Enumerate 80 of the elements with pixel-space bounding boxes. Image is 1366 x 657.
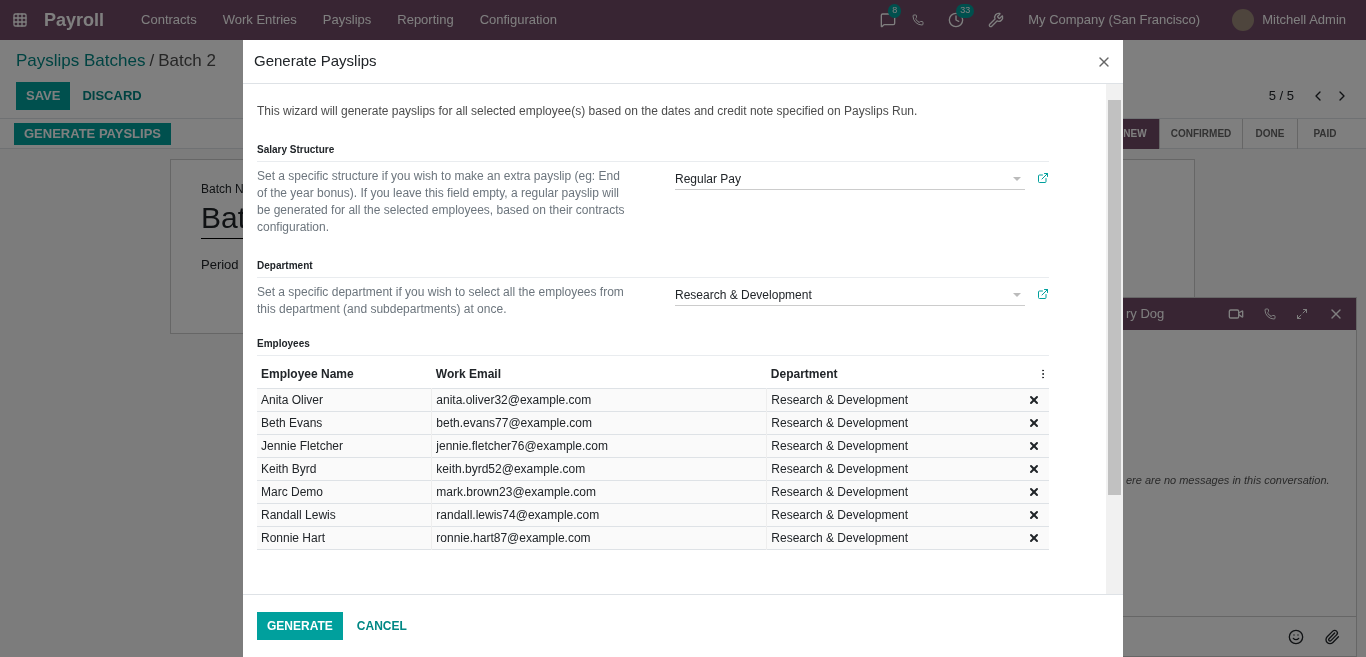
menu-item[interactable]: Configuration — [466, 10, 570, 30]
table-cell: Anita Oliver — [257, 388, 432, 412]
table-cell: Randall Lewis — [257, 503, 432, 527]
status-step[interactable]: DONE — [1242, 118, 1297, 149]
field-help-text: Set a specific department if you wish to select all the employees from this department (and subdepartments) at once. — [257, 284, 625, 318]
section-title: Department — [257, 258, 1049, 278]
table-cell: Research & Development — [766, 388, 1019, 412]
status-step[interactable]: CONFIRMED — [1159, 118, 1242, 149]
remove-icon[interactable] — [1028, 440, 1040, 452]
remove-icon[interactable] — [1028, 463, 1040, 475]
caret-icon — [1013, 292, 1021, 297]
table-cell: keith.byrd52@example.com — [431, 457, 767, 481]
column-header[interactable]: Department — [766, 360, 1019, 389]
paperclip-icon[interactable] — [1324, 628, 1340, 645]
user-menu[interactable]: Mitchell Admin — [1262, 10, 1346, 30]
table-cell: mark.brown23@example.com — [431, 480, 767, 504]
table-cell: Ronnie Hart — [257, 526, 432, 550]
phone-icon[interactable] — [1264, 308, 1276, 320]
table-cell: Keith Byrd — [257, 457, 432, 481]
table-cell: jennie.fletcher76@example.com — [431, 434, 767, 458]
table-cell: Beth Evans — [257, 411, 432, 435]
table-cell: beth.evans77@example.com — [431, 411, 767, 435]
breadcrumb-separator: / — [149, 51, 155, 70]
remove-icon[interactable] — [1028, 417, 1040, 429]
table-cell: Research & Development — [766, 503, 1019, 527]
field-label: Period — [201, 256, 239, 274]
activity-count-badge: 33 — [956, 4, 975, 18]
table-cell: Research & Development — [766, 411, 1019, 435]
table-cell: randall.lewis74@example.com — [431, 503, 767, 527]
chat-icon[interactable] — [880, 12, 897, 28]
chat-title[interactable]: ry Dog — [1126, 304, 1208, 324]
breadcrumb-current: Batch 2 — [158, 51, 216, 70]
expand-icon[interactable] — [1296, 308, 1308, 320]
column-header[interactable]: Employee Name — [257, 360, 432, 389]
menu-item[interactable]: Work Entries — [209, 10, 310, 30]
status-step[interactable]: PAID — [1297, 118, 1352, 149]
discard-button[interactable]: DISCARD — [70, 82, 154, 110]
table-cell: Research & Development — [766, 457, 1019, 481]
caret-icon — [1013, 176, 1021, 181]
field-help-text: Set a specific structure if you wish to make an extra payslip (eg: End of the year bonus). If you leave this field empty, a regular payslip will be generated for all the selected employees, based on their contracts configuration. — [257, 168, 626, 236]
table-cell: Research & Development — [766, 434, 1019, 458]
external-link-icon[interactable] — [1037, 288, 1049, 300]
pager-value: 5 / 5 — [1268, 87, 1294, 106]
table-cell: Marc Demo — [257, 480, 432, 504]
app-name[interactable]: Payroll — [44, 6, 105, 34]
remove-icon[interactable] — [1028, 532, 1040, 544]
emoji-icon[interactable] — [1288, 628, 1304, 645]
table-cell: Jennie Fletcher — [257, 434, 432, 458]
menu-item[interactable]: Payslips — [309, 10, 385, 30]
video-call-icon[interactable] — [1228, 306, 1244, 322]
selection-field[interactable]: Regular Pay — [675, 168, 1025, 190]
apps-menu-icon[interactable] — [12, 12, 28, 28]
menu-item[interactable]: Reporting — [384, 10, 467, 30]
field-label: Batch N — [201, 181, 244, 198]
cancel-button[interactable]: CANCEL — [346, 612, 417, 640]
table-cell: ronnie.hart87@example.com — [431, 526, 767, 550]
table-cell: Research & Development — [766, 526, 1019, 550]
generate-payslips-button[interactable]: GENERATE PAYSLIPS — [14, 122, 171, 145]
external-link-icon[interactable] — [1037, 172, 1049, 184]
wizard-description: This wizard will generate payslips for all selected employee(s) based on the dates and credit note specified on Payslips Run. — [257, 103, 919, 120]
breadcrumb-link[interactable]: Payslips Batches — [16, 51, 146, 70]
remove-icon[interactable] — [1028, 394, 1040, 406]
save-button[interactable]: SAVE — [16, 82, 71, 110]
remove-icon[interactable] — [1028, 486, 1040, 498]
phone-icon[interactable] — [912, 14, 925, 26]
empty-conversation-text: ere are no messages in this conversation. — [1126, 474, 1330, 486]
dialog-title: Generate Payslips — [254, 51, 378, 72]
clock-icon[interactable] — [948, 12, 965, 28]
wrench-icon[interactable] — [988, 12, 1005, 28]
selection-field[interactable]: Research & Development — [675, 284, 1025, 306]
message-count-badge: 8 — [888, 4, 902, 18]
table-cell: anita.oliver32@example.com — [431, 388, 767, 412]
column-header[interactable]: Work Email — [431, 360, 767, 389]
company-switcher[interactable]: My Company (San Francisco) — [1028, 10, 1201, 30]
remove-icon[interactable] — [1028, 509, 1040, 521]
menu-item[interactable]: Contracts — [128, 10, 210, 30]
table-cell: Research & Development — [766, 480, 1019, 504]
section-title: Employees — [257, 336, 1049, 356]
generate-button[interactable]: GENERATE — [257, 612, 343, 640]
section-title: Salary Structure — [257, 142, 1049, 162]
